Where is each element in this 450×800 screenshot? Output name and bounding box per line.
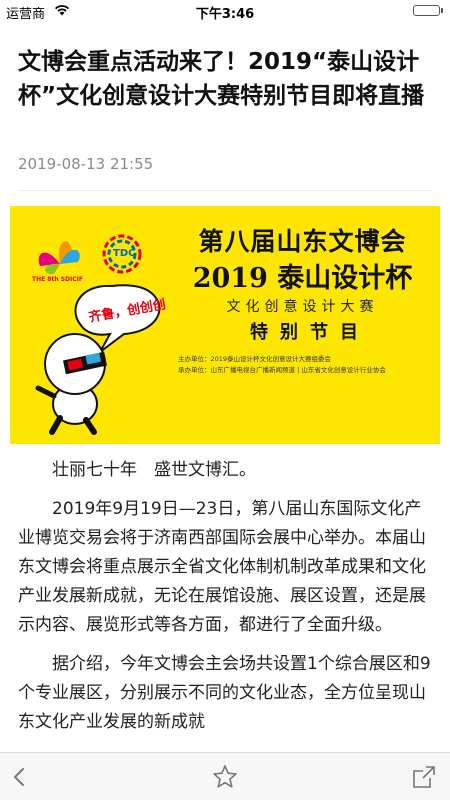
clock: 下午3:46: [195, 7, 255, 22]
chevron-left-icon: [14, 768, 24, 786]
article-paragraph: 据介绍，今年文博会主会场共设置1个综合展区和9个专业展区，分别展示不同的文化业态…: [18, 654, 431, 732]
favorite-button[interactable]: [211, 763, 239, 791]
banner-competition-title: 文化创意设计大赛: [226, 299, 379, 315]
article-body: 壮丽七十年 盛世文博汇。 2019年9月19日—23日，第八届山东国际文化产业博…: [18, 456, 432, 747]
article-title: 文博会重点活动来了！2019“泰山设计杯”文化创意设计大赛特别节目即将直播: [18, 49, 425, 109]
star-outline-icon: [213, 765, 237, 788]
status-bar: 运营商 下午3:46: [0, 0, 450, 22]
article-banner-image: THE 8th SDICIF TDC 齐鲁，创创创 第八届山东文博会 2019 …: [10, 206, 440, 444]
share-icon: [413, 766, 435, 788]
article-paragraph: 壮丽七十年 盛世文博汇。: [52, 460, 256, 480]
divider: [18, 190, 432, 191]
back-button[interactable]: [6, 763, 34, 791]
tdc-label: TDC: [113, 248, 136, 259]
battery-cap: [441, 8, 443, 13]
share-button[interactable]: [410, 763, 438, 791]
banner-main-title: 第八届山东文博会: [198, 227, 407, 256]
article-date: 2019-08-13 21:55: [18, 155, 154, 173]
bottom-toolbar: [0, 752, 450, 800]
battery-icon: [413, 5, 440, 16]
article-paragraph: 2019年9月19日—23日，第八届山东国际文化产业博览交易会将于济南西部国际会…: [18, 499, 426, 635]
banner-special-title: 特别节目: [250, 322, 370, 343]
banner-sub-title: 2019 泰山设计杯: [192, 263, 413, 294]
banner-organizer: 主办单位：2019泰山设计杯文化创意设计大赛组委会: [178, 355, 332, 363]
banner-co-organizer: 承办单位：山东广播电视台广播新闻频道 | 山东省文化创意设计行业协会: [178, 366, 386, 374]
mascot-illustration: 齐鲁，创创创: [20, 276, 185, 440]
